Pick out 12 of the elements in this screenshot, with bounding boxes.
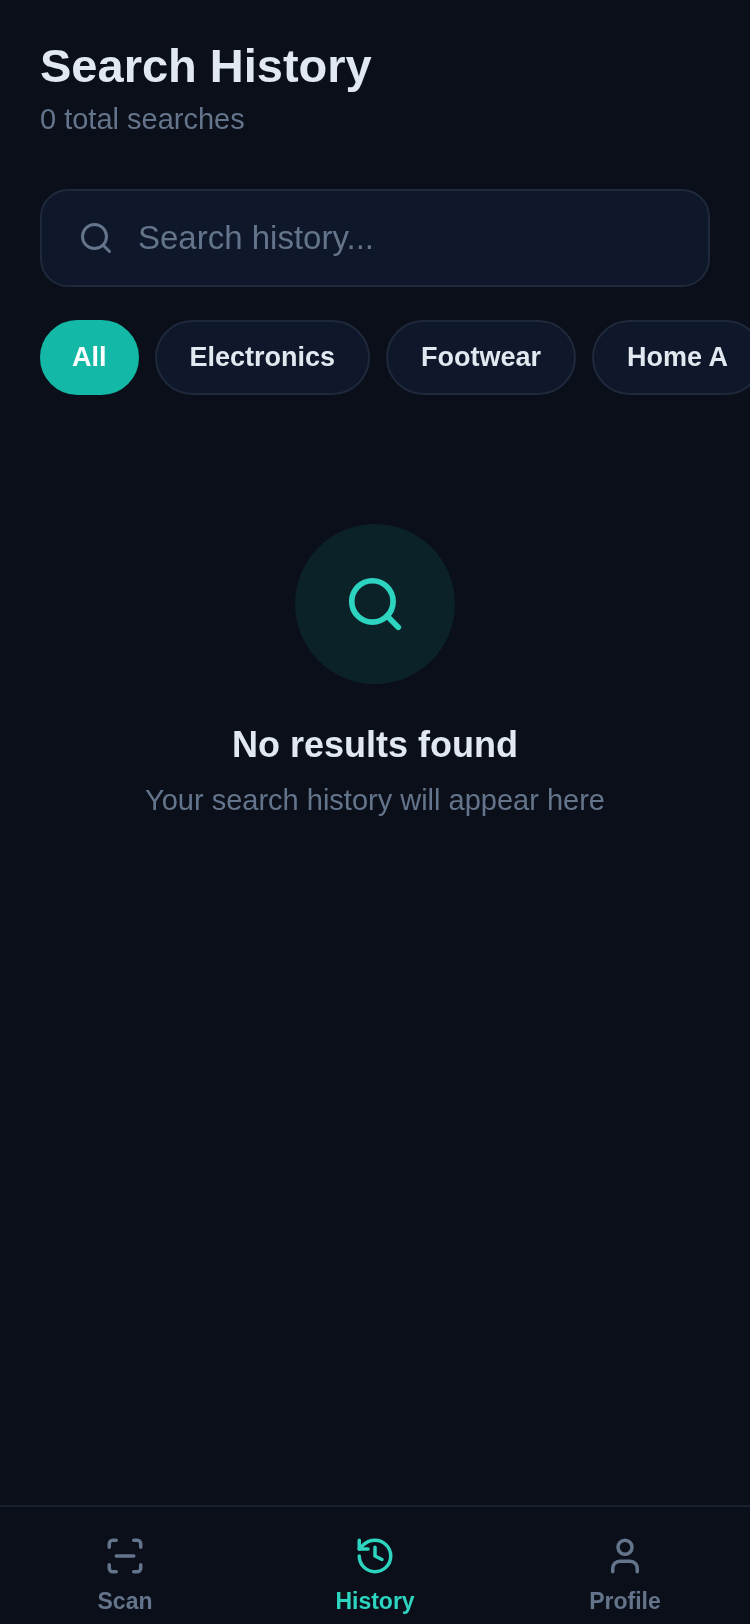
filter-chip[interactable]: Footwear [386, 320, 577, 395]
search-field[interactable]: Search history... [40, 189, 710, 287]
filter-chip[interactable]: Electronics [154, 320, 371, 395]
page-title: Search History [40, 38, 372, 94]
nav-tab[interactable]: Scan [97, 1507, 153, 1624]
nav-tab[interactable]: History [335, 1507, 415, 1624]
search-icon [78, 220, 114, 256]
empty-state-message: Your search history will appear here [145, 783, 605, 817]
filter-chip[interactable]: Home A [592, 320, 750, 395]
nav-tab[interactable]: Profile [589, 1507, 661, 1624]
empty-state-title: No results found [232, 723, 518, 767]
search-count: 0 total searches [40, 102, 245, 136]
